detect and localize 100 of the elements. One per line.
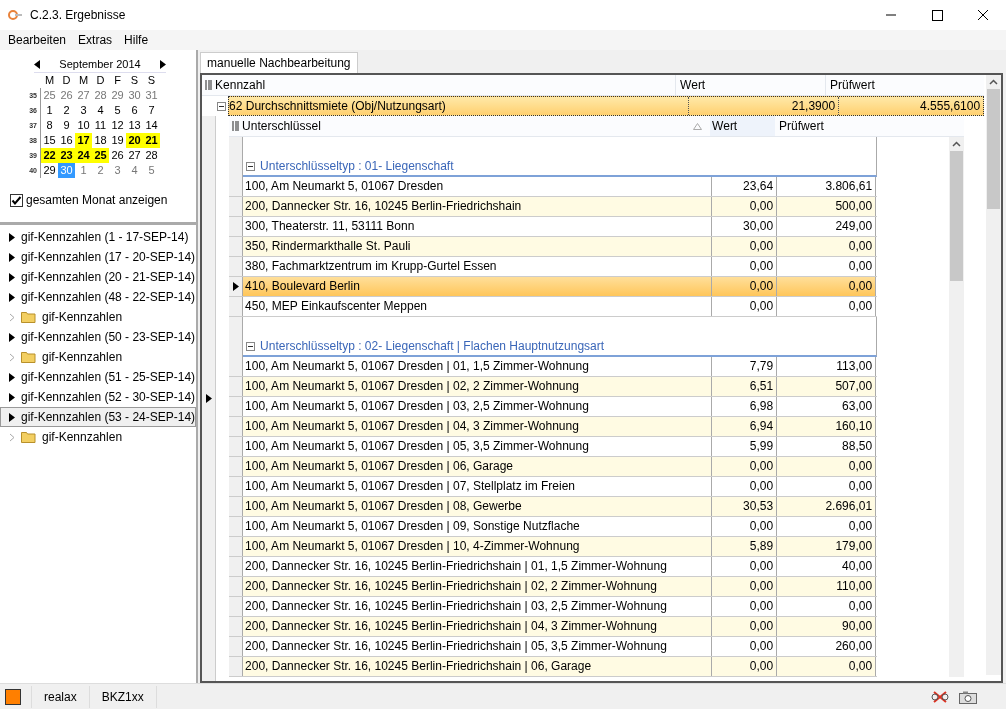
column-header[interactable]: Unterschlüssel: [242, 116, 321, 136]
table-cell: 63,00: [776, 397, 877, 416]
calendar-day[interactable]: 23: [58, 148, 75, 163]
column-header[interactable]: Wert: [710, 116, 776, 136]
calendar-day[interactable]: 26: [58, 88, 75, 103]
collapse-icon[interactable]: [246, 341, 256, 351]
calendar-day[interactable]: 10: [75, 118, 92, 133]
calendar-day[interactable]: 28: [143, 148, 160, 163]
tree-item[interactable]: gif-Kennzahlen: [0, 347, 197, 367]
collapse-icon[interactable]: [246, 161, 256, 171]
tree-item[interactable]: gif-Kennzahlen (17 - 20-SEP-14): [0, 247, 197, 267]
tree-item[interactable]: gif-Kennzahlen (51 - 25-SEP-14): [0, 367, 197, 387]
calendar-day[interactable]: 30: [126, 88, 143, 103]
calendar-day[interactable]: 27: [75, 88, 92, 103]
table-cell: 21,3900: [688, 97, 839, 115]
tree-item[interactable]: gif-Kennzahlen: [0, 427, 197, 447]
calendar-day[interactable]: 25: [92, 148, 109, 163]
tree-item[interactable]: gif-Kennzahlen (50 - 23-SEP-14): [0, 327, 197, 347]
calendar-day[interactable]: 6: [126, 103, 143, 118]
calendar-day[interactable]: 3: [75, 103, 92, 118]
table-cell: 200, Dannecker Str. 16, 10245 Berlin-Friedrichshain: [243, 197, 712, 216]
calendar-day[interactable]: 20: [126, 133, 143, 148]
status-indicator-icon: [5, 689, 21, 705]
scrollbar[interactable]: [949, 137, 965, 677]
sort-icon[interactable]: [693, 122, 703, 130]
tree-item[interactable]: gif-Kennzahlen (20 - 21-SEP-14): [0, 267, 197, 287]
table-row[interactable]: 200, Dannecker Str. 16, 10245 Berlin-Friedrichshain | 04, 3 Zimmer-Wohnung 0,00 90,00: [229, 617, 878, 637]
calendar-day[interactable]: 7: [143, 103, 160, 118]
calendar-day[interactable]: 27: [126, 148, 143, 163]
row-indicator-icon: [232, 282, 239, 291]
calendar-day[interactable]: 31: [143, 88, 160, 103]
calendar-day[interactable]: 16: [58, 133, 75, 148]
camera-icon[interactable]: [958, 689, 978, 705]
tree-item[interactable]: gif-Kennzahlen: [0, 307, 197, 327]
column-header[interactable]: Wert: [675, 75, 826, 95]
calendar-day[interactable]: 14: [143, 118, 160, 133]
table-row[interactable]: 100, Am Neumarkt 5, 01067 Dresden | 10, 4-Zimmer-Wohnung 5,89 179,00: [229, 537, 878, 557]
selected-row[interactable]: 62 Durchschnittsmiete (Obj/Nutzungsart) 21,3900 4.555,6100: [228, 96, 985, 116]
calendar-day[interactable]: 28: [92, 88, 109, 103]
table-cell: 100, Am Neumarkt 5, 01067 Dresden | 02, 2 Zimmer-Wohnung: [243, 377, 712, 396]
group-row[interactable]: Unterschlüsseltyp : 02- Liegenschaft | Flachen Hauptnutzungsart: [243, 337, 878, 357]
menu-item[interactable]: Hilfe: [118, 33, 155, 47]
calendar-day[interactable]: 5: [109, 103, 126, 118]
table-row[interactable]: 200, Dannecker Str. 16, 10245 Berlin-Friedrichshain | 02, 2 Zimmer-Wohnung 0,00 110,00: [229, 577, 878, 597]
calendar-day[interactable]: 1: [75, 163, 92, 178]
calendar-day[interactable]: 1: [41, 103, 58, 118]
column-chooser-icon[interactable]: [232, 121, 240, 131]
calendar-day[interactable]: 4: [126, 163, 143, 178]
calendar-day[interactable]: 11: [92, 118, 109, 133]
calendar-day[interactable]: 24: [75, 148, 92, 163]
column-header[interactable]: Prüfwert: [825, 75, 971, 95]
calendar-day[interactable]: 13: [126, 118, 143, 133]
calendar-day[interactable]: 5: [143, 163, 160, 178]
scroll-thumb[interactable]: [950, 151, 964, 281]
menu-item[interactable]: Extras: [72, 33, 119, 47]
table-row[interactable]: 100, Am Neumarkt 5, 01067 Dresden | 04, 3 Zimmer-Wohnung 6,94 160,10: [229, 417, 878, 437]
calendar-day[interactable]: 2: [58, 103, 75, 118]
table-cell: 0,00: [776, 237, 877, 256]
scroll-thumb[interactable]: [987, 89, 1001, 209]
calendar-day[interactable]: 3: [109, 163, 126, 178]
calendar-day[interactable]: 29: [41, 163, 58, 178]
table-cell: 0,00: [776, 457, 877, 476]
checkbox[interactable]: [10, 193, 23, 207]
column-header[interactable]: Kennzahl: [215, 75, 676, 95]
calendar-day[interactable]: 29: [109, 88, 126, 103]
menu-item[interactable]: Bearbeiten: [2, 33, 73, 47]
calendar-day[interactable]: 18: [92, 133, 109, 148]
calendar-day[interactable]: 25: [41, 88, 58, 103]
table-row[interactable]: 100, Am Neumarkt 5, 01067 Dresden | 06, Garage 0,00 0,00: [229, 457, 878, 477]
export-icon[interactable]: [930, 689, 950, 705]
calendar-day[interactable]: 21: [143, 133, 160, 148]
calendar-day[interactable]: 17: [75, 133, 92, 148]
scrollbar[interactable]: [986, 75, 1002, 675]
calendar-day[interactable]: 26: [109, 148, 126, 163]
table-cell-text: 300, Theaterstr. 11, 53111 Bonn: [244, 218, 416, 235]
calendar-day[interactable]: 19: [109, 133, 126, 148]
calendar-day[interactable]: 9: [58, 118, 75, 133]
table-row[interactable]: 350, Rindermarkthalle St. Pauli 0,00 0,00: [229, 237, 878, 257]
calendar-day[interactable]: 8: [41, 118, 58, 133]
tab[interactable]: manuelle Nachbearbeitung: [200, 52, 358, 73]
tree-item[interactable]: gif-Kennzahlen (52 - 30-SEP-14): [0, 387, 197, 407]
table-row[interactable]: 200, Dannecker Str. 16, 10245 Berlin-Friedrichshain 0,00 500,00: [229, 197, 878, 217]
calendar-day[interactable]: 22: [41, 148, 58, 163]
column-chooser-icon[interactable]: [205, 80, 213, 90]
tree-item[interactable]: gif-Kennzahlen (48 - 22-SEP-14): [0, 287, 197, 307]
table-row[interactable]: 100, Am Neumarkt 5, 01067 Dresden | 02, 2 Zimmer-Wohnung 6,51 507,00: [229, 377, 878, 397]
group-row[interactable]: Unterschlüsseltyp : 01- Liegenschaft: [243, 157, 878, 177]
tree-item[interactable]: gif-Kennzahlen (53 - 24-SEP-14): [0, 407, 197, 427]
table-row[interactable]: 200, Dannecker Str. 16, 10245 Berlin-Friedrichshain | 06, Garage 0,00 0,00: [229, 657, 878, 677]
calendar-day[interactable]: 15: [41, 133, 58, 148]
table-row[interactable]: 100, Am Neumarkt 5, 01067 Dresden | 08, Gewerbe 30,53 2.696,01: [229, 497, 878, 517]
calendar-day[interactable]: 12: [109, 118, 126, 133]
calendar-day[interactable]: 4: [92, 103, 109, 118]
chevron-icon: [9, 312, 15, 322]
calendar-day[interactable]: 2: [92, 163, 109, 178]
table-row[interactable]: 410, Boulevard Berlin 0,00 0,00: [229, 277, 878, 297]
row-header[interactable]: [229, 277, 244, 296]
collapse-icon[interactable]: [217, 101, 227, 111]
column-header[interactable]: Prüfwert: [775, 116, 876, 136]
tree-item[interactable]: gif-Kennzahlen (1 - 17-SEP-14): [0, 227, 197, 247]
